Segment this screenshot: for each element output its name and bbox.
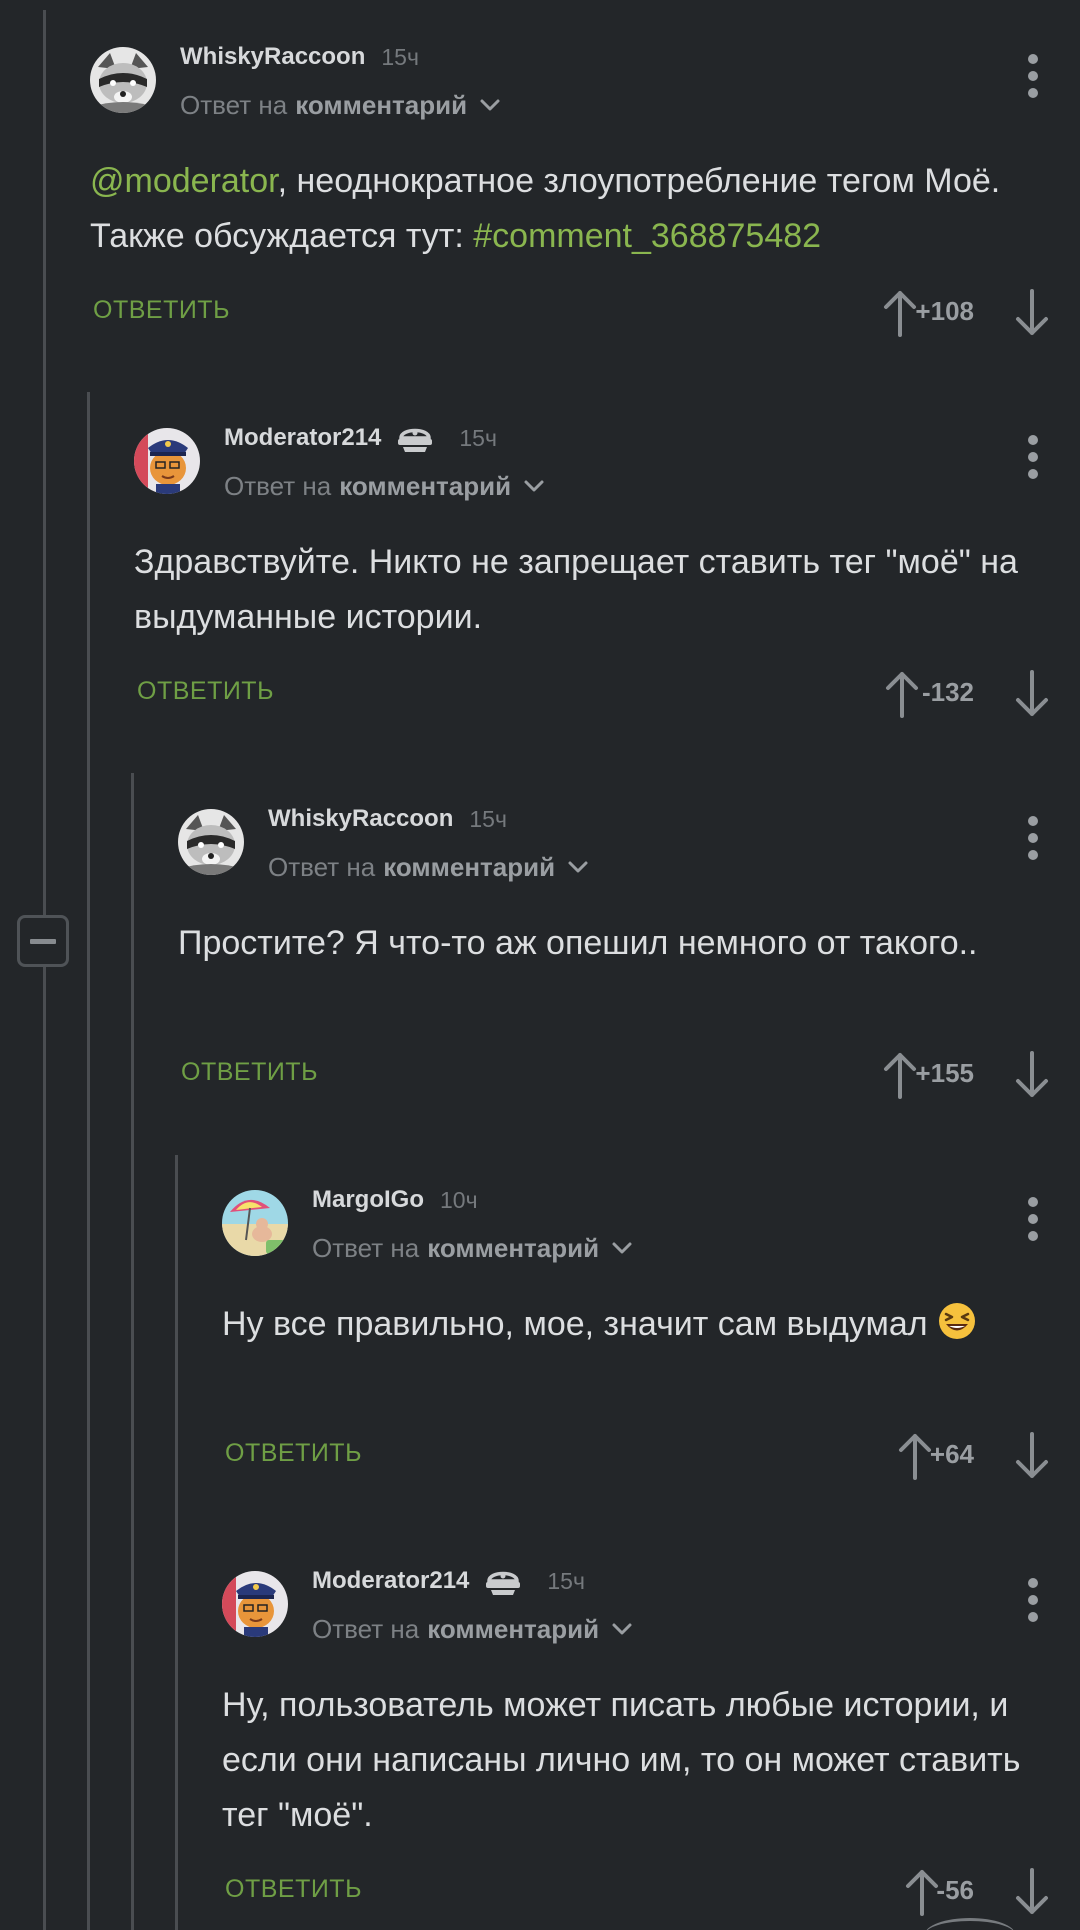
author-name[interactable]: Moderator214 — [224, 424, 381, 452]
chevron-down-icon[interactable] — [567, 856, 589, 878]
thread-line-level-2 — [131, 773, 134, 1930]
reply-prefix: Ответ на — [312, 1613, 420, 1644]
comment: Moderator214 15ч Ответ на комментарий Зд… — [134, 381, 1080, 761]
minus-icon — [30, 938, 56, 944]
downvote-arrow-icon[interactable] — [1012, 288, 1052, 338]
comment-time: 15ч — [459, 424, 497, 451]
upvote-arrow-icon[interactable] — [880, 288, 920, 338]
author-name[interactable]: WhiskyRaccoon — [180, 43, 365, 71]
comment-time: 15ч — [469, 805, 507, 832]
moderator-cap-icon — [398, 428, 433, 452]
comment-text: Ну все правильно, мое, значит сам выдума… — [222, 1297, 1030, 1352]
comment: MargoIGo 10ч Ответ на комментарий Ну все… — [222, 1143, 1080, 1523]
reply-to-line[interactable]: Ответ на комментарий — [268, 850, 589, 884]
reply-target-link[interactable]: комментарий — [427, 1614, 599, 1645]
more-options-icon[interactable] — [1024, 435, 1042, 479]
thread-line-level-3 — [175, 1155, 178, 1930]
raccoon-avatar[interactable] — [90, 47, 156, 113]
upvote-arrow-icon[interactable] — [882, 669, 922, 719]
comment-text: @moderator, неоднократное злоупотреблени… — [90, 154, 1030, 264]
reply-to-line[interactable]: Ответ на комментарий — [180, 88, 501, 122]
next-comment-avatar-edge — [925, 1918, 1015, 1930]
reply-button[interactable]: ОТВЕТИТЬ — [181, 1058, 318, 1087]
downvote-arrow-icon[interactable] — [1012, 1431, 1052, 1481]
more-options-icon[interactable] — [1024, 816, 1042, 860]
raccoon-avatar[interactable] — [178, 809, 244, 875]
comment: WhiskyRaccoon 15ч Ответ на комментарий П… — [178, 762, 1080, 1142]
reply-to-line[interactable]: Ответ на комментарий — [224, 469, 545, 503]
downvote-arrow-icon[interactable] — [1012, 669, 1052, 719]
reply-target-link[interactable]: комментарий — [295, 90, 467, 121]
comment-text-part: Простите? Я что-то аж опешил немного от … — [178, 924, 978, 962]
comment-link[interactable]: #comment_368875482 — [473, 217, 821, 255]
comment-time: 10ч — [440, 1186, 478, 1213]
comment-link[interactable]: @moderator — [90, 162, 278, 200]
reply-button[interactable]: ОТВЕТИТЬ — [137, 677, 274, 706]
comment: WhiskyRaccoon 15ч Ответ на комментарий @… — [90, 0, 1080, 380]
thread-line-level-0 — [43, 967, 46, 1930]
comment-time: 15ч — [547, 1567, 585, 1594]
comment-text: Здравствуйте. Никто не запрещает ставить… — [134, 535, 1030, 645]
more-options-icon[interactable] — [1024, 54, 1042, 98]
author-name[interactable]: Moderator214 — [312, 1567, 469, 1595]
chevron-down-icon[interactable] — [479, 94, 501, 116]
laughing-emoji — [937, 1301, 977, 1341]
author-name[interactable]: MargoIGo — [312, 1186, 424, 1214]
chevron-down-icon[interactable] — [611, 1237, 633, 1259]
more-options-icon[interactable] — [1024, 1578, 1042, 1622]
reply-prefix: Ответ на — [268, 851, 376, 882]
comment-thread: WhiskyRaccoon 15ч Ответ на комментарий @… — [0, 0, 1080, 1930]
reply-prefix: Ответ на — [312, 1232, 420, 1263]
reply-target-link[interactable]: комментарий — [383, 852, 555, 883]
chevron-down-icon[interactable] — [523, 475, 545, 497]
rating-count: +108 — [915, 296, 974, 326]
thread-line-level-1 — [87, 392, 90, 1930]
reply-button[interactable]: ОТВЕТИТЬ — [225, 1439, 362, 1468]
moderator-cat-avatar[interactable] — [222, 1571, 288, 1637]
moderator-cap-icon — [486, 1571, 521, 1595]
author-name[interactable]: WhiskyRaccoon — [268, 805, 453, 833]
reply-target-link[interactable]: комментарий — [427, 1233, 599, 1264]
moderator-cat-avatar[interactable] — [134, 428, 200, 494]
more-options-icon[interactable] — [1024, 1197, 1042, 1241]
rating-count: -56 — [936, 1875, 974, 1905]
comment: Moderator214 15ч Ответ на комментарий Ну… — [222, 1524, 1080, 1916]
reply-prefix: Ответ на — [180, 89, 288, 120]
downvote-arrow-icon[interactable] — [1012, 1867, 1052, 1917]
comment-text: Ну, пользователь может писать любые исто… — [222, 1678, 1030, 1843]
downvote-arrow-icon[interactable] — [1012, 1050, 1052, 1100]
reply-button[interactable]: ОТВЕТИТЬ — [93, 296, 230, 325]
rating-count: -132 — [921, 677, 974, 707]
comment-text-part: Ну, пользователь может писать любые исто… — [222, 1686, 1021, 1834]
reply-prefix: Ответ на — [224, 470, 332, 501]
comment-time: 15ч — [381, 43, 419, 70]
rating-count: +155 — [915, 1058, 974, 1088]
comment-text-part: Здравствуйте. Никто не запрещает ставить… — [134, 543, 1018, 636]
collapse-thread-button[interactable] — [17, 915, 69, 967]
reply-target-link[interactable]: комментарий — [339, 471, 511, 502]
reply-to-line[interactable]: Ответ на комментарий — [312, 1231, 633, 1265]
thread-line-level-0 — [43, 10, 46, 915]
upvote-arrow-icon[interactable] — [880, 1050, 920, 1100]
reply-button[interactable]: ОТВЕТИТЬ — [225, 1875, 362, 1904]
comment-text: Простите? Я что-то аж опешил немного от … — [178, 916, 1030, 971]
comment-text-part: Ну все правильно, мое, значит сам выдума… — [222, 1305, 938, 1343]
reply-to-line[interactable]: Ответ на комментарий — [312, 1612, 633, 1646]
chevron-down-icon[interactable] — [611, 1618, 633, 1640]
beach-avatar[interactable] — [222, 1190, 288, 1256]
rating-count: +64 — [929, 1439, 974, 1469]
